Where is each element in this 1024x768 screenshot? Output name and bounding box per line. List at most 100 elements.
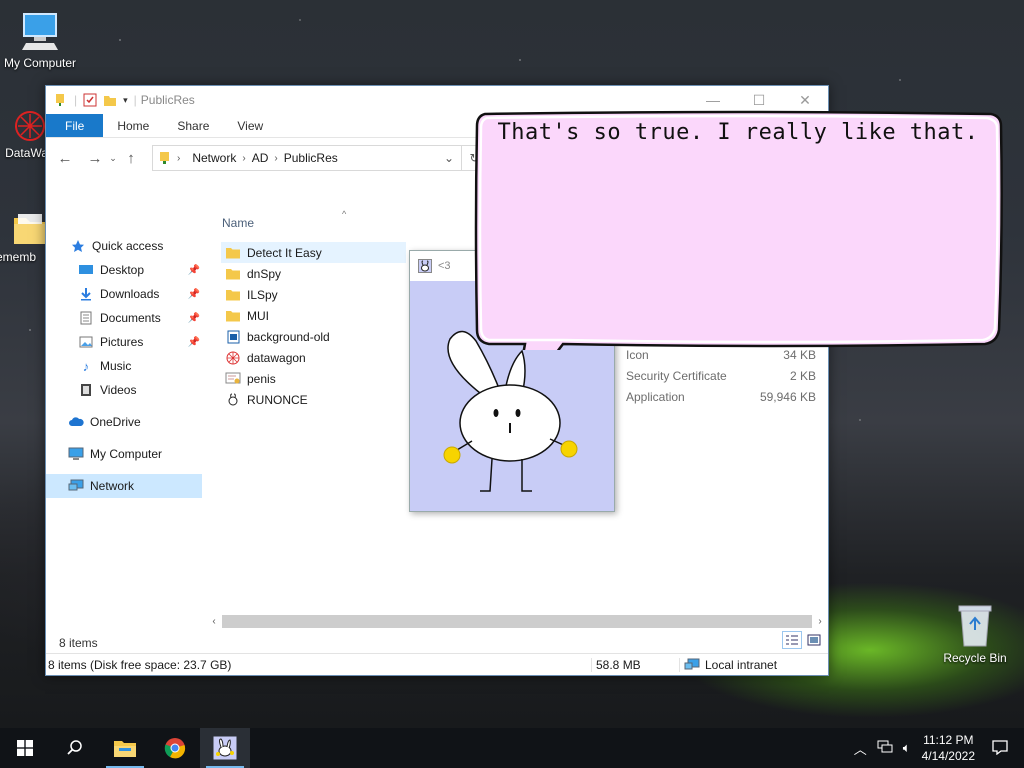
clock[interactable]: 11:12 PM 4/14/2022 <box>922 732 975 764</box>
status-size: 58.8 MB <box>591 657 679 672</box>
details-view-icon[interactable] <box>782 631 802 649</box>
chevron-up-icon[interactable]: ︿ <box>854 739 867 758</box>
quick-access-dropdown-icon[interactable]: ▾ <box>123 95 128 106</box>
tab-home[interactable]: Home <box>103 114 163 137</box>
pin-icon[interactable]: 📌 <box>188 337 200 348</box>
file-name: dnSpy <box>247 266 282 281</box>
nav-label: Videos <box>100 383 137 397</box>
breadcrumb-separator-icon[interactable]: › <box>242 153 245 164</box>
detail-row: Application 59,946 KB <box>626 390 816 411</box>
music-icon: ♪ <box>82 358 90 374</box>
folder-icon <box>14 214 46 244</box>
desktop-icon-my-computer[interactable]: My Computer <box>0 10 80 70</box>
nav-music[interactable]: ♪ Music <box>46 354 202 378</box>
star-icon <box>70 239 86 253</box>
pin-icon[interactable]: 📌 <box>188 289 200 300</box>
notifications-icon[interactable] <box>992 739 1008 758</box>
desktop-icon-rememb[interactable]: rememb <box>0 208 48 264</box>
file-type: Icon <box>626 348 649 362</box>
file-row[interactable]: Detect It Easy <box>221 242 406 263</box>
back-arrow-icon[interactable]: ← <box>54 150 76 167</box>
nav-desktop[interactable]: Desktop 📌 <box>46 258 202 282</box>
forward-arrow-icon[interactable]: → <box>84 150 106 167</box>
detail-row: Security Certificate 2 KB <box>626 369 816 390</box>
scroll-right-icon[interactable]: › <box>812 613 828 630</box>
new-folder-icon[interactable] <box>103 93 117 107</box>
recycle-bin-icon <box>958 605 992 647</box>
desktop-icon-recycle-bin[interactable]: Recycle Bin <box>940 602 1010 665</box>
nav-onedrive[interactable]: OneDrive <box>46 410 202 434</box>
intranet-icon <box>684 658 700 670</box>
nav-documents[interactable]: Documents 📌 <box>46 306 202 330</box>
recent-locations-icon[interactable]: ⌄ <box>106 153 120 164</box>
nav-label: Downloads <box>100 287 160 301</box>
network-status-icon[interactable] <box>877 740 893 757</box>
nav-label: My Computer <box>90 447 163 461</box>
nav-downloads[interactable]: Downloads 📌 <box>46 282 202 306</box>
network-drive-icon <box>160 152 169 164</box>
status-bar: 8 items (Disk free space: 23.7 GB) 58.8 … <box>46 653 828 675</box>
nav-videos[interactable]: Videos <box>46 378 202 402</box>
datawagon-icon <box>15 111 45 141</box>
horizontal-scrollbar[interactable]: ‹ › <box>206 613 828 630</box>
datawagon-icon <box>225 351 241 365</box>
folder-icon <box>225 288 241 302</box>
column-header-name[interactable]: Name <box>222 216 254 230</box>
toolbar-divider: | <box>133 93 137 107</box>
address-dropdown-icon[interactable]: ⌄ <box>437 151 461 165</box>
clock-date: 4/14/2022 <box>921 749 975 763</box>
tab-file[interactable]: File <box>46 114 104 137</box>
nav-label: OneDrive <box>90 415 141 429</box>
computer-icon <box>68 447 84 461</box>
breadcrumb-separator-icon[interactable]: › <box>177 153 180 164</box>
breadcrumb-separator-icon[interactable]: › <box>274 153 277 164</box>
breadcrumb-ad[interactable]: AD <box>252 151 269 165</box>
taskbar-bunny-app[interactable] <box>200 728 250 768</box>
start-button[interactable] <box>0 728 50 768</box>
file-name: ILSpy <box>247 287 278 302</box>
app-icon <box>225 393 241 407</box>
desktop-icon-label: rememb <box>0 250 37 264</box>
view-toggle <box>782 631 824 649</box>
file-size: 59,946 KB <box>759 390 816 404</box>
computer-icon <box>22 13 58 50</box>
scroll-left-icon[interactable]: ‹ <box>206 613 222 630</box>
tab-share[interactable]: Share <box>163 114 223 137</box>
file-name: MUI <box>247 308 269 323</box>
file-name: background-old <box>247 329 330 344</box>
nav-pictures[interactable]: Pictures 📌 <box>46 330 202 354</box>
desktop-icon-label: My Computer <box>3 56 77 70</box>
nav-quick-access[interactable]: Quick access <box>46 234 202 258</box>
address-bar[interactable]: › Network › AD › PublicRes ⌄ <box>152 145 462 171</box>
app-icon <box>213 736 237 760</box>
volume-icon[interactable]: 🔈︎ <box>903 740 911 756</box>
search-button[interactable] <box>50 728 100 768</box>
system-tray: ︿ 🔈︎ 11:12 PM 4/14/2022 <box>849 728 1024 768</box>
nav-label: Quick access <box>92 239 164 253</box>
status-zone-label: Local intranet <box>705 657 778 672</box>
breadcrumb-network[interactable]: Network <box>192 151 236 165</box>
status-zone: Local intranet <box>679 657 778 672</box>
large-icons-view-icon[interactable] <box>804 631 824 649</box>
nav-my-computer[interactable]: My Computer <box>46 442 202 466</box>
nav-network[interactable]: Network <box>46 474 202 498</box>
windows-logo-icon <box>17 740 33 756</box>
up-arrow-icon[interactable]: ↑ <box>120 150 142 167</box>
tab-view[interactable]: View <box>223 114 277 137</box>
cloud-icon <box>68 415 84 429</box>
pin-icon[interactable]: 📌 <box>188 313 200 324</box>
file-type: Security Certificate <box>626 369 727 383</box>
properties-icon[interactable] <box>83 93 97 107</box>
folder-icon <box>225 309 241 323</box>
pin-icon[interactable]: 📌 <box>188 265 200 276</box>
taskbar-chrome[interactable] <box>150 728 200 768</box>
breadcrumb-publicres[interactable]: PublicRes <box>284 151 338 165</box>
desktop-icon-datawagon[interactable]: DataWa <box>0 108 48 160</box>
speech-bubble-text: That's so true. I really like that. <box>497 120 979 145</box>
scrollbar-thumb[interactable] <box>222 615 812 628</box>
clock-time: 11:12 PM <box>923 733 974 747</box>
taskbar-file-explorer[interactable] <box>100 728 150 768</box>
nav-label: Network <box>90 479 135 493</box>
pictures-icon <box>78 335 94 349</box>
nav-label: Music <box>100 359 132 373</box>
